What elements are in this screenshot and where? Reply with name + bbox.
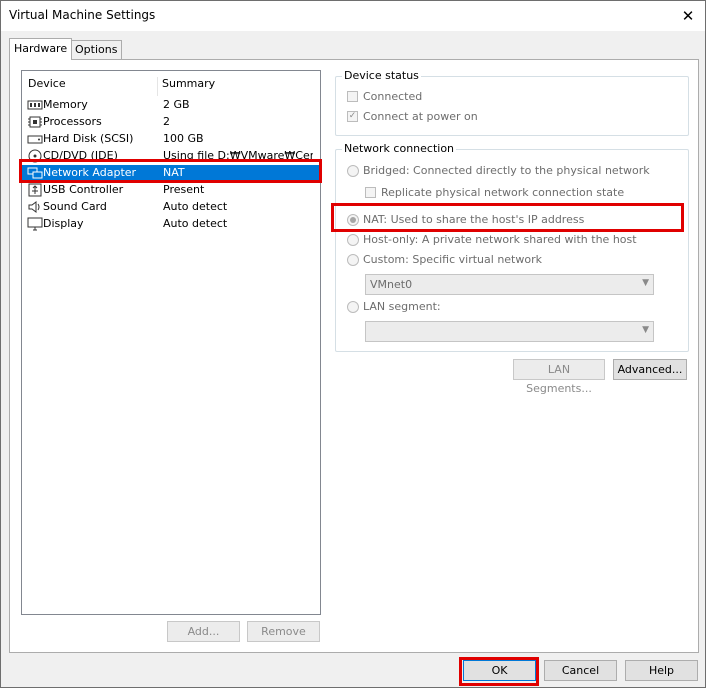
add-button[interactable]: Add... — [167, 621, 240, 642]
network-connection-title: Network connection — [342, 142, 457, 155]
window-title: Virtual Machine Settings — [9, 8, 156, 22]
bridged-label: Bridged: Connected directly to the physi… — [363, 164, 650, 177]
replicate-checkbox[interactable] — [365, 187, 376, 198]
device-name: Memory — [43, 98, 88, 111]
host-only-label: Host-only: A private network shared with… — [363, 233, 637, 246]
cd-dvd-icon — [28, 149, 42, 163]
lan-segment-radio[interactable] — [347, 301, 359, 313]
lan-segment-label: LAN segment: — [363, 300, 441, 313]
host-only-radio[interactable] — [347, 234, 359, 246]
device-list[interactable]: Device Summary Memory 2 GB Processors 2 … — [21, 70, 321, 615]
device-status-group: Device status Connected ✓ Connect at pow… — [335, 69, 689, 136]
device-name: Sound Card — [43, 200, 107, 213]
connect-at-power-on-checkbox[interactable]: ✓ — [347, 111, 358, 122]
device-row-processors[interactable]: Processors 2 — [22, 114, 320, 131]
connected-checkbox[interactable] — [347, 91, 358, 102]
device-name: Display — [43, 217, 84, 230]
help-button[interactable]: Help — [625, 660, 698, 681]
device-row-display[interactable]: Display Auto detect — [22, 216, 320, 233]
hardware-panel: Device Summary Memory 2 GB Processors 2 … — [9, 59, 699, 653]
usb-icon — [28, 183, 42, 197]
cancel-button[interactable]: Cancel — [544, 660, 617, 681]
device-status-title: Device status — [342, 69, 421, 82]
device-row-network-adapter[interactable]: Network Adapter NAT — [22, 165, 320, 182]
display-icon — [27, 217, 43, 231]
close-icon[interactable]: ✕ — [677, 5, 699, 27]
ok-button[interactable]: OK — [463, 660, 536, 681]
bridged-radio[interactable] — [347, 165, 359, 177]
lan-segment-select[interactable]: ▼ — [365, 321, 654, 342]
title-bar: Virtual Machine Settings ✕ — [1, 1, 705, 31]
memory-icon — [27, 100, 43, 110]
vm-settings-window: Virtual Machine Settings ✕ Hardware Opti… — [0, 0, 706, 688]
lan-segments-button[interactable]: LAN Segments... — [513, 359, 605, 395]
device-summary: 100 GB — [163, 132, 204, 145]
network-adapter-icon — [27, 167, 43, 179]
network-connection-group: Network connection Bridged: Connected di… — [335, 142, 689, 352]
device-summary: NAT — [163, 166, 185, 179]
device-summary: 2 — [163, 115, 170, 128]
device-summary: Auto detect — [163, 217, 228, 230]
column-device[interactable]: Device — [28, 77, 66, 90]
device-summary: Auto detect — [163, 200, 228, 213]
device-name: CD/DVD (IDE) — [43, 149, 118, 162]
column-divider — [157, 77, 158, 96]
sound-icon — [28, 201, 40, 213]
device-row-hard-disk[interactable]: Hard Disk (SCSI) 100 GB — [22, 131, 320, 148]
device-row-cd-dvd[interactable]: CD/DVD (IDE) Using file D:₩VMware₩Cen... — [22, 148, 320, 165]
list-header: Device Summary — [22, 77, 320, 96]
device-row-memory[interactable]: Memory 2 GB — [22, 97, 320, 114]
tab-hardware[interactable]: Hardware — [9, 38, 72, 60]
custom-network-value: VMnet0 — [370, 278, 413, 291]
nat-label: NAT: Used to share the host's IP address — [363, 213, 585, 226]
processor-icon — [28, 116, 42, 128]
device-name: Hard Disk (SCSI) — [43, 132, 134, 145]
tab-options[interactable]: Options — [70, 40, 122, 59]
advanced-button[interactable]: Advanced... — [613, 359, 687, 380]
chevron-down-icon: ▼ — [642, 325, 649, 335]
device-name: USB Controller — [43, 183, 124, 196]
device-summary: Present — [163, 183, 205, 196]
replicate-label: Replicate physical network connection st… — [381, 186, 625, 199]
chevron-down-icon: ▼ — [642, 278, 649, 288]
device-name: Processors — [43, 115, 102, 128]
nat-radio[interactable] — [347, 214, 359, 226]
remove-button[interactable]: Remove — [247, 621, 320, 642]
device-row-sound-card[interactable]: Sound Card Auto detect — [22, 199, 320, 216]
connect-at-power-on-label: Connect at power on — [363, 110, 478, 123]
connected-label: Connected — [363, 90, 423, 103]
custom-network-select[interactable]: VMnet0 ▼ — [365, 274, 654, 295]
column-summary[interactable]: Summary — [162, 77, 215, 90]
device-name: Network Adapter — [43, 166, 137, 179]
device-summary: 2 GB — [163, 98, 190, 111]
device-summary: Using file D:₩VMware₩Cen... — [163, 149, 313, 162]
device-row-usb-controller[interactable]: USB Controller Present — [22, 182, 320, 199]
hard-disk-icon — [27, 135, 43, 144]
custom-label: Custom: Specific virtual network — [363, 253, 542, 266]
custom-radio[interactable] — [347, 254, 359, 266]
